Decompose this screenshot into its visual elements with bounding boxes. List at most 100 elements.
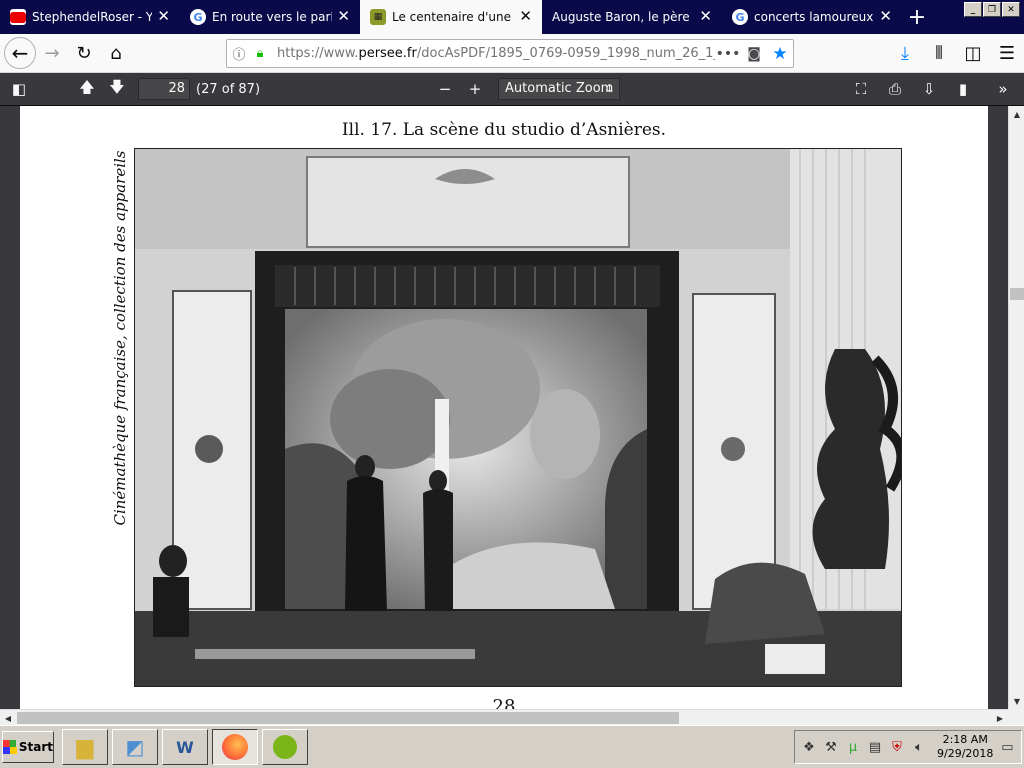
taskbar-green-app[interactable] xyxy=(262,729,308,765)
fullscreen-icon: ⛶ xyxy=(855,80,867,98)
close-tab-icon[interactable]: ✕ xyxy=(157,8,170,25)
show-desktop-icon[interactable]: ▭ xyxy=(999,739,1015,755)
tab-youtube[interactable]: StephendelRoser - YouTu ✕ xyxy=(0,0,180,34)
tab-label: Le centenaire d'une renc xyxy=(392,10,514,24)
dropbox-icon[interactable]: ❖ xyxy=(801,739,817,755)
page-actions-icon[interactable]: ••• xyxy=(715,46,741,62)
taskbar-file-explorer[interactable]: ▆ xyxy=(62,729,108,765)
minus-icon: − xyxy=(438,80,452,98)
sidebar-toggle-icon: ◧ xyxy=(11,80,27,98)
scroll-down-icon[interactable]: ▼ xyxy=(1009,693,1024,709)
close-tab-icon[interactable]: ✕ xyxy=(699,8,712,25)
menu-button[interactable]: ☰ xyxy=(990,38,1024,70)
toolbar-right: ⤓ ⫴ ◫ ☰ xyxy=(888,34,1024,73)
vertical-scrollbar[interactable]: ▲ ▼ xyxy=(1008,106,1024,709)
pocket-icon[interactable]: ◙ xyxy=(741,46,767,62)
security-alert-icon[interactable]: ⛨ xyxy=(889,739,905,755)
reload-button[interactable]: ↻ xyxy=(68,37,100,69)
clock[interactable]: 2:18 AM 9/29/2018 xyxy=(937,733,993,761)
tools-button[interactable]: » xyxy=(988,76,1018,102)
bookmark-star-icon[interactable]: ★ xyxy=(767,44,793,64)
arrow-right-icon: → xyxy=(44,42,60,64)
print-button[interactable]: ⎙ xyxy=(880,76,910,102)
library-button[interactable]: ⫴ xyxy=(922,38,956,70)
save-icon: ⇩ xyxy=(922,80,936,98)
start-button[interactable]: Start xyxy=(2,731,54,763)
downloads-button[interactable]: ⤓ xyxy=(888,38,922,70)
toggle-sidebar-button[interactable]: ◧ xyxy=(4,76,34,102)
library-icon: ⫴ xyxy=(935,43,943,64)
windows-logo-icon xyxy=(3,740,17,754)
tab-label: StephendelRoser - YouTu xyxy=(32,10,152,24)
scroll-thumb[interactable] xyxy=(17,712,679,724)
tab-label: concerts lamoureux - Re xyxy=(754,10,874,24)
figure-caption: Ill. 17. La scène du studio d’Asnières. xyxy=(341,120,667,140)
minimize-icon[interactable]: _ xyxy=(964,2,982,17)
bookmark-view-button[interactable]: ▮ xyxy=(948,76,978,102)
close-tab-icon[interactable]: ✕ xyxy=(879,8,892,25)
previous-page-button[interactable]: 🡅 xyxy=(72,76,102,102)
plus-icon: + xyxy=(468,80,482,98)
tools-icon[interactable]: ⚒ xyxy=(823,739,839,755)
back-button[interactable]: ← xyxy=(4,37,36,69)
pdf-toolbar: ◧ 🡅 🡇 28 (27 of 87) − + Automatic Zoom ⛶… xyxy=(0,73,1024,106)
tab-label: Auguste Baron, le père du cin xyxy=(552,10,694,24)
taskbar-firefox[interactable] xyxy=(212,729,258,765)
clock-time: 2:18 AM xyxy=(942,733,988,746)
taskbar-notepad[interactable]: ◩ xyxy=(112,729,158,765)
lock-icon[interactable]: 🔒︎ xyxy=(251,46,269,61)
scroll-thumb[interactable] xyxy=(1010,288,1024,300)
taskbar-word[interactable]: W xyxy=(162,729,208,765)
close-tab-icon[interactable]: ✕ xyxy=(519,8,532,25)
green-app-icon xyxy=(273,735,297,759)
double-chevron-right-icon: » xyxy=(998,80,1008,98)
tab-label: En route vers le parlant: xyxy=(212,10,332,24)
zoom-select[interactable]: Automatic Zoom xyxy=(498,78,621,100)
tab-google-parlant[interactable]: G En route vers le parlant: ✕ xyxy=(180,0,360,34)
pdf-page: Ill. 17. La scène du studio d’Asnières. … xyxy=(20,106,988,709)
arrow-up-icon: 🡅 xyxy=(79,77,95,96)
sidebar-button[interactable]: ◫ xyxy=(956,38,990,70)
start-label: Start xyxy=(18,740,53,754)
next-page-button[interactable]: 🡇 xyxy=(102,76,132,102)
home-button[interactable]: ⌂ xyxy=(100,37,132,69)
scrollbar-corner xyxy=(1008,709,1024,725)
download-pdf-button[interactable]: ⇩ xyxy=(914,76,944,102)
tab-auguste-baron[interactable]: Auguste Baron, le père du cin ✕ xyxy=(542,0,722,34)
restore-icon[interactable]: ❐ xyxy=(983,2,1001,17)
google-icon: G xyxy=(732,9,748,25)
zoom-in-button[interactable]: + xyxy=(460,76,490,102)
pdf-toolbar-right: ⛶ ⎙ ⇩ ▮ » xyxy=(846,76,1018,102)
new-tab-button[interactable]: + xyxy=(902,0,932,34)
arrow-left-icon: ← xyxy=(11,41,29,65)
word-icon: W xyxy=(176,737,194,757)
url-text[interactable]: https://www.persee.fr/docAsPDF/1895_0769… xyxy=(269,46,715,61)
volume-icon[interactable]: 🔈︎ xyxy=(911,739,927,755)
close-tab-icon[interactable]: ✕ xyxy=(337,8,350,25)
tab-concerts-lamoureux[interactable]: G concerts lamoureux - Re ✕ xyxy=(722,0,902,34)
youtube-icon xyxy=(10,9,26,25)
notepad-icon: ◩ xyxy=(125,735,145,759)
scroll-up-icon[interactable]: ▲ xyxy=(1009,106,1024,122)
zoom-out-button[interactable]: − xyxy=(430,76,460,102)
network-icon[interactable]: ▤ xyxy=(867,739,883,755)
utorrent-icon[interactable]: µ xyxy=(845,739,861,755)
pdf-viewer[interactable]: Ill. 17. La scène du studio d’Asnières. … xyxy=(0,106,1008,709)
url-domain: persee.fr xyxy=(358,46,417,61)
horizontal-scrollbar[interactable]: ◀ ▶ xyxy=(0,709,1008,725)
presentation-mode-button[interactable]: ⛶ xyxy=(846,76,876,102)
info-icon[interactable]: ⓘ xyxy=(227,44,251,63)
page-number-input[interactable]: 28 xyxy=(138,78,190,100)
tab-persee-active[interactable]: ▦ Le centenaire d'une renc ✕ xyxy=(360,0,542,34)
close-window-icon[interactable]: ✕ xyxy=(1002,2,1020,17)
persee-icon: ▦ xyxy=(370,9,386,25)
scroll-right-icon[interactable]: ▶ xyxy=(992,710,1008,726)
hamburger-icon: ☰ xyxy=(998,43,1016,64)
url-bar[interactable]: ⓘ 🔒︎ https://www.persee.fr/docAsPDF/1895… xyxy=(226,39,794,68)
print-icon: ⎙ xyxy=(888,80,901,98)
scroll-left-icon[interactable]: ◀ xyxy=(0,710,16,726)
forward-button[interactable]: → xyxy=(36,37,68,69)
bookmark-icon: ▮ xyxy=(958,80,968,98)
download-icon: ⤓ xyxy=(901,43,909,64)
folder-icon: ▆ xyxy=(76,734,94,760)
